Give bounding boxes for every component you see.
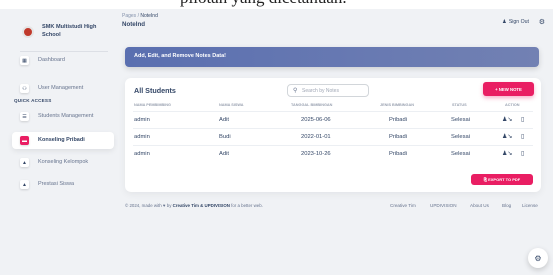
settings-gear-icon[interactable]: ⚙: [539, 18, 545, 26]
column-header: NAMA SISWA: [219, 103, 244, 107]
heart-icon: ♥: [162, 203, 166, 208]
row-divider: [133, 111, 533, 112]
column-header: ACTION: [505, 103, 520, 107]
trash-icon[interactable]: ▯: [521, 150, 524, 157]
cell-pembimbing: admin: [134, 151, 150, 157]
counseling-icon: ▬: [20, 136, 29, 145]
list-icon: ☰: [20, 112, 29, 121]
cell-jenis: Pribadi: [389, 151, 408, 157]
banner-text: Add, Edit, and Remove Notes Data!: [134, 53, 226, 59]
edit-user-icon[interactable]: ♟↘: [502, 116, 512, 123]
row-divider: [133, 145, 533, 146]
group-counseling-icon: ▲: [20, 158, 29, 167]
sidebar-item-konseling-kelompok[interactable]: ▲ Konseling Kelompok: [12, 154, 114, 171]
cell-pembimbing: admin: [134, 134, 150, 140]
achievement-icon: ▲: [20, 180, 29, 189]
new-note-button[interactable]: + NEW NOTE: [483, 82, 534, 96]
cell-siswa: Adit: [219, 151, 229, 157]
user-group-icon: ⚇: [20, 84, 29, 93]
cell-status: Selesai: [451, 134, 471, 140]
edit-user-icon[interactable]: ♟↘: [502, 133, 512, 140]
cell-status: Selesai: [451, 151, 471, 157]
cell-tanggal: 2025-06-06: [301, 117, 331, 123]
trash-icon[interactable]: ▯: [521, 116, 524, 123]
cell-jenis: Pribadi: [389, 117, 408, 123]
copyright-by: by: [166, 203, 172, 208]
cell-tanggal: 2023-10-26: [301, 151, 331, 157]
edit-user-icon[interactable]: ♟↘: [502, 150, 512, 157]
sidebar-item-konseling-pribadi[interactable]: ▬ Konseling Pribadi: [12, 132, 114, 149]
search-input[interactable]: [302, 86, 366, 96]
column-header: JENIS BIMBINGAN: [380, 103, 414, 107]
sidebar-item-label: Students Management: [38, 113, 94, 119]
footer-link-updivision[interactable]: UPDIVISION: [430, 203, 457, 208]
sidebar-item-students-management[interactable]: ☰ Students Management: [12, 108, 114, 125]
footer-link-creative-tim[interactable]: Creative Tim: [390, 203, 416, 208]
brand[interactable]: SMK Multistudi High School: [20, 20, 115, 50]
brand-name: SMK Multistudi High School: [42, 24, 97, 38]
footer-link-license[interactable]: License: [522, 203, 538, 208]
students-card: All Students ⚲ + NEW NOTE NAMA PEMBIMBIN…: [125, 78, 541, 192]
cell-status: Selesai: [451, 117, 471, 123]
breadcrumb: Pages / NoteInd: [122, 13, 158, 19]
breadcrumb-current: NoteInd: [140, 13, 158, 19]
section-label-quick-access: QUICK ACCESS: [14, 98, 52, 103]
sidebar: SMK Multistudi High School ▦ Dashboard ⚇…: [12, 14, 115, 264]
cell-siswa: Adit: [219, 117, 229, 123]
cell-tanggal: 2022-01-01: [301, 134, 331, 140]
column-header: NAMA PEMBIMBING: [134, 103, 171, 107]
sidebar-item-label: Prestasi Siswa: [38, 181, 75, 187]
info-banner: Add, Edit, and Remove Notes Data!: [125, 47, 539, 67]
sidebar-item-user-management[interactable]: ⚇ User Management: [12, 80, 114, 97]
cell-jenis: Pribadi: [389, 134, 408, 140]
copyright-text: © 2024, made with: [125, 203, 162, 208]
sidebar-item-label: Konseling Pribadi: [38, 137, 85, 143]
sidebar-item-label: User Management: [38, 85, 84, 91]
row-divider: [133, 128, 533, 129]
cell-pembimbing: admin: [134, 117, 150, 123]
export-pdf-button[interactable]: ⎘ EXPORT TO PDF: [471, 174, 533, 185]
trash-icon[interactable]: ▯: [521, 133, 524, 140]
school-logo-icon: [22, 26, 34, 38]
column-header: STATUS: [452, 103, 467, 107]
card-title: All Students: [134, 86, 176, 95]
cell-siswa: Budi: [219, 134, 231, 140]
dashboard-icon: ▦: [20, 56, 29, 65]
sidebar-item-label: Dashboard: [38, 57, 65, 63]
sidebar-item-dashboard[interactable]: ▦ Dashboard: [12, 52, 114, 69]
settings-fab-gear-icon[interactable]: ⚙: [528, 248, 548, 268]
user-icon: ♟: [502, 19, 507, 25]
copyright-suffix: for a better web.: [231, 203, 263, 208]
creators-link[interactable]: Creative Tim & UPDIVISION: [173, 203, 230, 208]
sidebar-item-prestasi-siswa[interactable]: ▲ Prestasi Siswa: [12, 176, 114, 193]
document-fragment-text: pilotan yang dicetahuan.: [180, 0, 347, 8]
top-navbar: Pages / NoteInd NoteInd ♟ Sign Out ⚙: [122, 13, 547, 35]
search-icon: ⚲: [293, 88, 298, 94]
sign-out-button[interactable]: ♟ Sign Out: [502, 19, 529, 25]
search-box: ⚲: [287, 84, 369, 97]
page-title: NoteInd: [122, 21, 146, 28]
document-fragment-strip: pilotan yang dicetahuan.: [0, 0, 553, 9]
sign-out-label: Sign Out: [508, 19, 529, 25]
sidebar-item-label: Konseling Kelompok: [38, 159, 89, 165]
column-header: TANGGAL BIMBINGAN: [291, 103, 333, 107]
footer-link-about-us[interactable]: About Us: [470, 203, 489, 208]
footer-link-blog[interactable]: Blog: [502, 203, 511, 208]
footer-copyright: © 2024, made with ♥ by Creative Tim & UP…: [125, 203, 263, 208]
breadcrumb-root[interactable]: Pages: [122, 13, 136, 19]
